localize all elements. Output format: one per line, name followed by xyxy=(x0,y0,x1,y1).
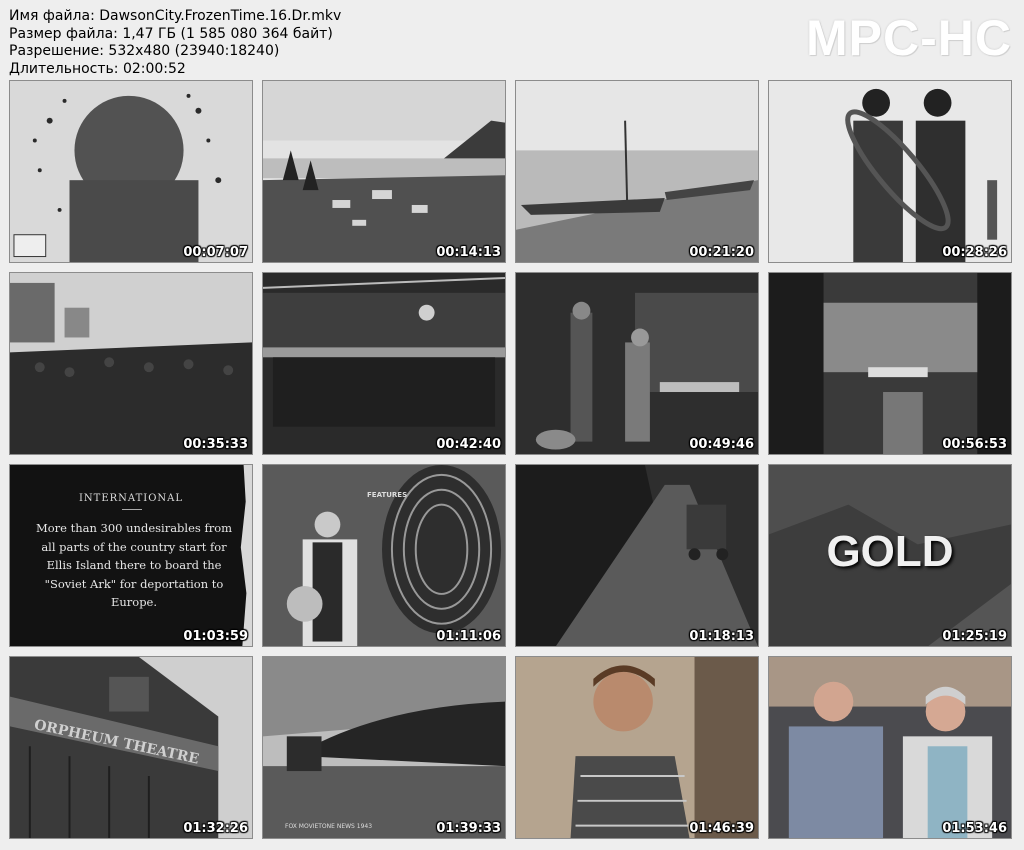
thumbnail-7[interactable]: 00:49:46 xyxy=(515,272,759,455)
thumbnail-10[interactable]: FEATURES 01:11:06 xyxy=(262,464,506,647)
timestamp: 00:42:40 xyxy=(436,437,501,452)
scene-crowd-street xyxy=(10,273,252,454)
scene-street-car-night xyxy=(516,465,758,646)
scene-boat-on-river xyxy=(516,81,758,262)
thumbnail-8[interactable]: 00:56:53 xyxy=(768,272,1012,455)
timestamp: 01:39:33 xyxy=(436,821,501,836)
thumbnail-2[interactable]: 00:14:13 xyxy=(262,80,506,263)
thumbnail-16[interactable]: 01:53:46 xyxy=(768,656,1012,839)
scene-pool-interior xyxy=(263,273,505,454)
thumbnail-4[interactable]: 00:28:26 xyxy=(768,80,1012,263)
scene-intertitle-card: INTERNATIONAL More than 300 undesirables… xyxy=(10,465,252,646)
thumbnail-1[interactable]: 00:07:07 xyxy=(9,80,253,263)
thumbnail-13[interactable]: ORPHEUM THEATRE 01:32:26 xyxy=(9,656,253,839)
timestamp: 01:03:59 xyxy=(183,629,248,644)
thumbnail-grid: 00:07:07 00:14:13 00:21:20 00:28:26 00:3… xyxy=(0,0,1024,850)
newsreel-caption: FEATURES xyxy=(367,491,408,499)
timestamp: 01:11:06 xyxy=(436,629,501,644)
scene-two-people-snowshoe xyxy=(769,81,1011,262)
timestamp: 01:53:46 xyxy=(942,821,1007,836)
thumbnail-6[interactable]: 00:42:40 xyxy=(262,272,506,455)
timestamp: 00:21:20 xyxy=(689,245,754,260)
scene-stadium-crowd xyxy=(769,273,1011,454)
timestamp: 00:56:53 xyxy=(942,437,1007,452)
timestamp: 00:28:26 xyxy=(942,245,1007,260)
scene-man-plaid-shirt xyxy=(516,657,758,838)
timestamp: 01:46:39 xyxy=(689,821,754,836)
thumbnail-14[interactable]: FOX MOVIETONE NEWS 1943 01:39:33 xyxy=(262,656,506,839)
thumbnail-9[interactable]: INTERNATIONAL More than 300 undesirables… xyxy=(9,464,253,647)
timestamp: 00:35:33 xyxy=(183,437,248,452)
timestamp: 01:32:26 xyxy=(183,821,248,836)
scene-saloon-figures xyxy=(516,273,758,454)
scene-elderly-couple xyxy=(769,657,1011,838)
scene-dissolving-portrait xyxy=(10,81,252,262)
thumbnail-5[interactable]: 00:35:33 xyxy=(9,272,253,455)
newsreel-caption: FOX MOVIETONE NEWS 1943 xyxy=(285,823,373,830)
thumbnail-3[interactable]: 00:21:20 xyxy=(515,80,759,263)
intertitle-heading: INTERNATIONAL xyxy=(78,493,184,504)
timestamp: 00:14:13 xyxy=(436,245,501,260)
intertitle-divider xyxy=(122,509,142,510)
timestamp: 01:25:19 xyxy=(942,629,1007,644)
timestamp: 01:18:13 xyxy=(689,629,754,644)
thumbnail-12[interactable]: GOLD 01:25:19 xyxy=(768,464,1012,647)
title-gold: GOLD xyxy=(826,527,954,576)
thumbnail-11[interactable]: 01:18:13 xyxy=(515,464,759,647)
intertitle-text: More than 300 undesirables from all part… xyxy=(35,521,233,609)
scene-truck-road xyxy=(263,657,505,838)
thumbnail-15[interactable]: 01:46:39 xyxy=(515,656,759,839)
timestamp: 00:49:46 xyxy=(689,437,754,452)
scene-river-town-aerial xyxy=(263,81,505,262)
timestamp: 00:07:07 xyxy=(183,245,248,260)
